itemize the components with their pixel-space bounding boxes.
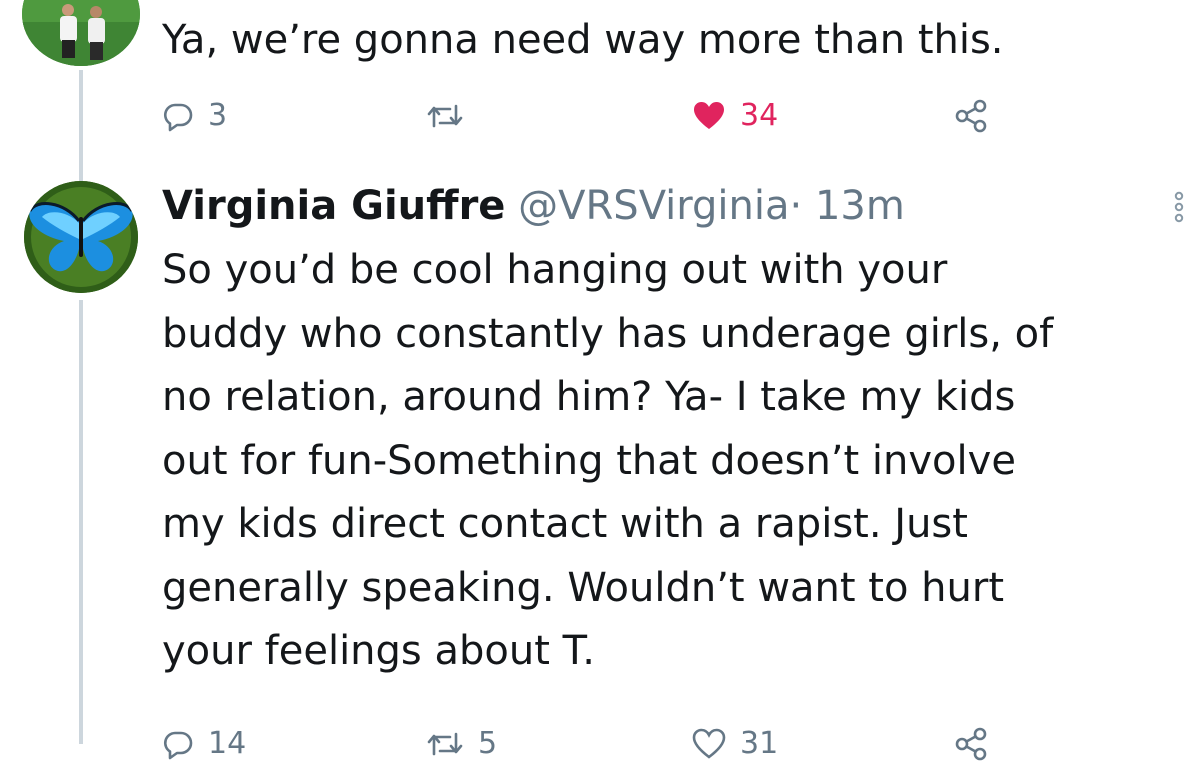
tweet-body: So you’d be cool hanging out with your b… bbox=[162, 239, 1192, 684]
reply-button[interactable]: 3 bbox=[162, 94, 227, 138]
retweet-button[interactable] bbox=[426, 94, 478, 138]
share-icon bbox=[955, 727, 987, 761]
like-count: 31 bbox=[740, 726, 779, 761]
like-button[interactable]: 31 bbox=[692, 722, 778, 766]
share-icon bbox=[955, 99, 987, 133]
tweet-body-line: buddy who constantly has underage girls,… bbox=[162, 310, 1054, 357]
retweet-icon bbox=[427, 732, 463, 756]
more-options-icon bbox=[1174, 191, 1184, 223]
like-button[interactable]: 34 bbox=[692, 94, 778, 138]
avatar[interactable] bbox=[24, 181, 138, 293]
separator-dot: · bbox=[789, 183, 803, 229]
retweet-button[interactable]: 5 bbox=[426, 722, 497, 766]
butterfly-avatar-image bbox=[24, 181, 138, 293]
reply-tweet-text: Ya, we’re gonna need way more than this. bbox=[162, 17, 1004, 63]
retweet-icon bbox=[427, 104, 463, 128]
tweet-body-line: your feelings about T. bbox=[162, 628, 596, 674]
author-name[interactable]: Virginia Giuffre bbox=[162, 183, 505, 229]
tweet-body-line: So you’d be cool hanging out with your bbox=[162, 247, 948, 293]
reply-count: 3 bbox=[208, 98, 228, 133]
tweet-body-line: my kids direct contact with a rapist. Ju… bbox=[162, 501, 968, 547]
share-button[interactable] bbox=[954, 94, 988, 138]
heart-outline-icon bbox=[692, 728, 726, 759]
more-options-button[interactable] bbox=[1170, 190, 1188, 224]
tweet-timestamp[interactable]: 13m bbox=[815, 183, 905, 229]
reply-count: 14 bbox=[208, 726, 247, 761]
author-handle[interactable]: @VRSVirginia bbox=[518, 183, 789, 229]
thread-connector bbox=[79, 70, 83, 182]
tweet-body-line: out for fun-Something that doesn’t invol… bbox=[162, 437, 1016, 484]
tweet-body-line: no relation, around him? Ya- I take my k… bbox=[162, 374, 1016, 420]
avatar-photo bbox=[22, 0, 140, 66]
heart-icon bbox=[694, 102, 724, 129]
reply-icon bbox=[163, 103, 193, 132]
avatar[interactable] bbox=[22, 0, 140, 66]
share-button[interactable] bbox=[954, 722, 988, 766]
tweet-body-line: generally speaking. Wouldn’t want to hur… bbox=[162, 564, 1005, 611]
reply-button[interactable]: 14 bbox=[162, 722, 246, 766]
reply-icon bbox=[163, 731, 193, 760]
like-count: 34 bbox=[740, 98, 779, 133]
main-tweet-actions: 14 5 31 bbox=[162, 722, 1162, 766]
reply-tweet-actions: 3 34 bbox=[162, 94, 1162, 138]
thread-connector bbox=[79, 300, 83, 744]
tweet-header: Virginia Giuffre @VRSVirginia· 13m bbox=[162, 178, 905, 234]
retweet-count: 5 bbox=[478, 726, 498, 761]
